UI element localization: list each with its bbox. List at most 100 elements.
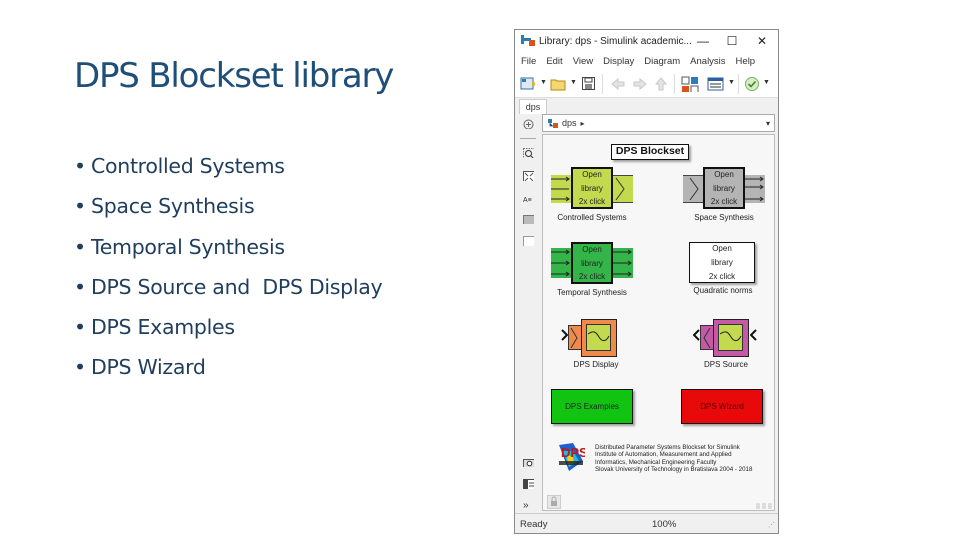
scope-screen-icon	[586, 324, 611, 351]
camera-icon[interactable]	[523, 457, 534, 467]
menu-file[interactable]: File	[521, 56, 536, 67]
menu-view[interactable]: View	[573, 56, 593, 67]
save-icon[interactable]	[581, 76, 597, 92]
open-folder-icon[interactable]	[550, 76, 568, 92]
more-icon[interactable]: »	[523, 500, 534, 511]
source-chevron-icon	[703, 327, 711, 349]
address-dropdown-icon[interactable]: ▾	[766, 119, 770, 128]
close-button[interactable]: ✕	[747, 32, 777, 50]
dps-wizard-button[interactable]: DPS Wizard	[681, 389, 763, 424]
display-chevron-icon	[570, 327, 578, 349]
quadratic-norms-block[interactable]: Open library 2x click Quadratic norms	[685, 242, 765, 302]
menu-display[interactable]: Display	[603, 56, 634, 67]
library-info-text: Distributed Parameter Systems Blockset f…	[595, 444, 753, 474]
address-bar[interactable]: dps ▸ ▾	[542, 114, 775, 132]
bullet-dot: •	[74, 194, 86, 219]
dps-logo-icon: DPS	[559, 443, 585, 471]
block-caption: Quadratic norms	[693, 286, 753, 295]
simulink-library-window: Library: dps - Simulink academic... — ☐ …	[514, 29, 779, 534]
bullet-dot: •	[74, 355, 86, 380]
new-model-dropdown-icon[interactable]: ▼	[540, 79, 547, 95]
svg-text:A≡: A≡	[523, 197, 532, 204]
zoom-area-icon[interactable]	[523, 148, 534, 158]
block-caption: Space Synthesis	[694, 213, 754, 222]
toolbar-separator	[738, 74, 739, 94]
hide-explorer-icon[interactable]	[523, 119, 534, 129]
maximize-button[interactable]: ☐	[717, 32, 747, 50]
dps-examples-button[interactable]: DPS Examples	[551, 389, 633, 424]
fit-view-icon[interactable]	[523, 171, 534, 181]
bullet-item: • Temporal Synthesis	[74, 227, 382, 267]
input-arrows-icon	[551, 249, 570, 277]
model-config-icon[interactable]	[707, 76, 725, 92]
minimize-button[interactable]: —	[688, 32, 718, 50]
block-caption: DPS Display	[573, 360, 619, 369]
window-title: Library: dps - Simulink academic...	[539, 35, 692, 47]
up-arrow-icon[interactable]	[653, 76, 669, 92]
bullet-item: • Controlled Systems	[74, 146, 382, 186]
dps-blockset-header: DPS Blockset	[611, 144, 689, 160]
output-arrows-icon	[613, 249, 632, 277]
area-icon[interactable]	[523, 236, 534, 246]
model-config-dropdown-icon[interactable]: ▼	[728, 79, 735, 95]
image-icon[interactable]	[523, 214, 534, 224]
input-arrows-icon	[551, 176, 570, 202]
bullet-dot: •	[74, 274, 86, 299]
library-browser-icon[interactable]	[681, 76, 699, 92]
controlled-systems-block[interactable]: Open library 2x click Controlled Systems	[551, 167, 633, 227]
subsystem-body: Open library 2x click	[571, 167, 613, 209]
palette-divider	[520, 138, 536, 139]
breadcrumb-dps[interactable]: dps	[562, 118, 577, 128]
scope-frame	[581, 319, 617, 357]
status-bar: Ready 100% ⋰	[515, 513, 778, 533]
subsystem-body: Open library 2x click	[571, 242, 613, 284]
svg-text:DPS: DPS	[561, 445, 585, 460]
annotation-icon[interactable]: A≡	[523, 194, 534, 204]
bullet-item: • DPS Source and DPS Display	[74, 267, 383, 307]
toolbar-separator	[674, 74, 675, 94]
breadcrumb-arrow-icon: ▸	[580, 118, 585, 128]
bullet-dot: •	[74, 234, 86, 259]
bullet-list: • Controlled Systems • Space Synthesis • Te…	[74, 146, 383, 388]
palette-sidebar: A≡ »	[515, 114, 541, 511]
output-chevron-icon	[750, 329, 757, 341]
space-synthesis-block[interactable]: Open library 2x click Space Synthesis	[683, 167, 765, 227]
bullet-item: • DPS Examples	[74, 307, 382, 347]
slide-title: DPS Blockset library	[74, 56, 394, 96]
scroll-grip[interactable]	[756, 503, 772, 509]
resize-grip-icon[interactable]: ⋰	[768, 521, 775, 529]
check-icon[interactable]	[744, 76, 760, 92]
block-caption: Controlled Systems	[557, 213, 627, 222]
lock-icon[interactable]	[547, 495, 561, 509]
tab-row: dps	[515, 98, 778, 114]
dps-display-block[interactable]: DPS Display	[561, 319, 631, 374]
zoom-level: 100%	[652, 519, 677, 530]
block-caption: DPS Source	[703, 360, 749, 369]
tab-dps[interactable]: dps	[519, 99, 547, 114]
model-browser-icon[interactable]	[523, 479, 534, 489]
temporal-synthesis-block[interactable]: Open library 2x click Temporal Synthesis	[551, 242, 633, 302]
menu-edit[interactable]: Edit	[546, 56, 562, 67]
open-dropdown-icon[interactable]: ▼	[570, 79, 577, 95]
toolbar: ▼ ▼ ▼ ▼	[515, 70, 778, 98]
toolbar-separator	[602, 74, 603, 94]
forward-arrow-icon[interactable]	[632, 76, 648, 92]
status-text: Ready	[520, 519, 548, 530]
new-model-icon[interactable]	[520, 76, 538, 92]
bullet-item: • Space Synthesis	[74, 186, 382, 226]
bullet-item: • DPS Wizard	[74, 347, 382, 387]
scope-screen-icon	[718, 324, 743, 351]
menu-diagram[interactable]: Diagram	[644, 56, 680, 67]
menu-bar: File Edit View Display Diagram Analysis …	[515, 52, 778, 70]
input-chevron-icon	[689, 177, 699, 201]
dps-source-block[interactable]: DPS Source	[693, 319, 763, 374]
library-icon	[548, 118, 558, 128]
diagram-canvas[interactable]: DPS Blockset Open library 2x click Contr…	[542, 134, 775, 511]
output-arrows-icon	[745, 176, 764, 202]
check-dropdown-icon[interactable]: ▼	[763, 79, 770, 95]
menu-help[interactable]: Help	[736, 56, 756, 67]
bullet-dot: •	[74, 315, 86, 340]
simulink-app-icon	[521, 35, 535, 47]
back-arrow-icon[interactable]	[610, 76, 626, 92]
menu-analysis[interactable]: Analysis	[690, 56, 725, 67]
